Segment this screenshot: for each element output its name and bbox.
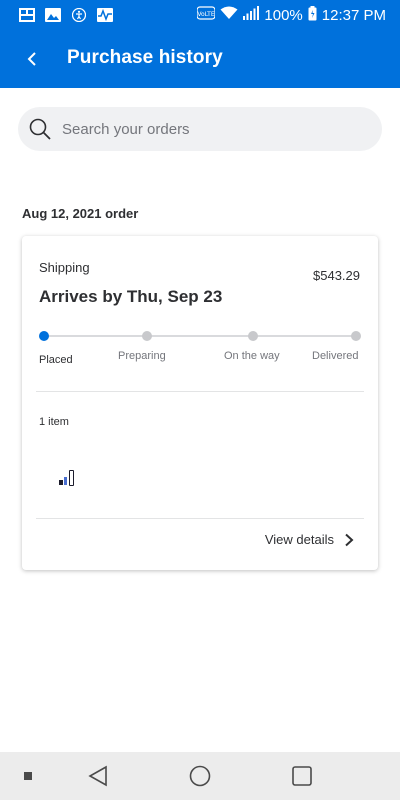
step-label-delivered: Delivered — [312, 350, 359, 362]
volte-icon: VoLTE — [196, 6, 217, 24]
battery-icon — [308, 5, 317, 25]
step-label-on-the-way: On the way — [224, 350, 280, 362]
order-date-heading: Aug 12, 2021 order — [22, 206, 139, 221]
order-card[interactable]: Shipping $543.29 Arrives by Thu, Sep 23 … — [22, 236, 378, 570]
progress-track — [44, 335, 356, 337]
step-label-preparing: Preparing — [118, 350, 166, 362]
view-details-label: View details — [264, 532, 334, 547]
recent-apps-button[interactable] — [16, 764, 40, 788]
progress-dot-preparing — [142, 331, 152, 341]
accessibility-icon — [71, 8, 87, 22]
search-bar[interactable] — [18, 107, 382, 151]
step-label-placed: Placed — [39, 354, 73, 366]
back-button[interactable] — [12, 39, 52, 79]
progress-dot-placed — [39, 331, 49, 341]
image-icon — [45, 8, 61, 22]
product-thumbnail[interactable] — [58, 468, 78, 488]
wifi-icon — [220, 6, 238, 24]
home-circle-icon — [189, 765, 211, 787]
divider — [36, 391, 364, 392]
search-input[interactable] — [62, 120, 342, 138]
home-nav-button[interactable] — [188, 764, 212, 788]
divider — [36, 518, 364, 519]
system-nav-bar — [0, 752, 400, 800]
recent-apps-icon — [24, 772, 32, 780]
order-price: $543.29 — [313, 268, 360, 283]
search-icon — [28, 117, 52, 141]
arrival-date: Arrives by Thu, Sep 23 — [39, 287, 223, 306]
view-details-button[interactable]: View details — [265, 532, 354, 547]
items-count: 1 item — [39, 416, 69, 428]
progress-dot-delivered — [351, 331, 361, 341]
progress-dot-on-the-way — [248, 331, 258, 341]
shipping-label: Shipping — [39, 260, 90, 275]
activity-icon — [97, 8, 113, 22]
chevron-left-icon — [27, 52, 36, 66]
app-icon — [19, 8, 35, 22]
page-title: Purchase history — [67, 47, 223, 68]
chevron-right-icon — [345, 533, 354, 546]
svg-text:VoLTE: VoLTE — [198, 11, 215, 18]
back-nav-button[interactable] — [86, 764, 110, 788]
signal-icon — [243, 6, 260, 24]
app-bar: Purchase history — [0, 30, 400, 88]
overview-nav-button[interactable] — [290, 764, 314, 788]
status-bar: VoLTE 100% 12:37 PM — [0, 0, 400, 30]
clock: 12:37 PM — [321, 6, 386, 24]
battery-percent: 100% — [264, 6, 303, 24]
back-triangle-icon — [88, 765, 107, 787]
overview-square-icon — [292, 766, 312, 786]
